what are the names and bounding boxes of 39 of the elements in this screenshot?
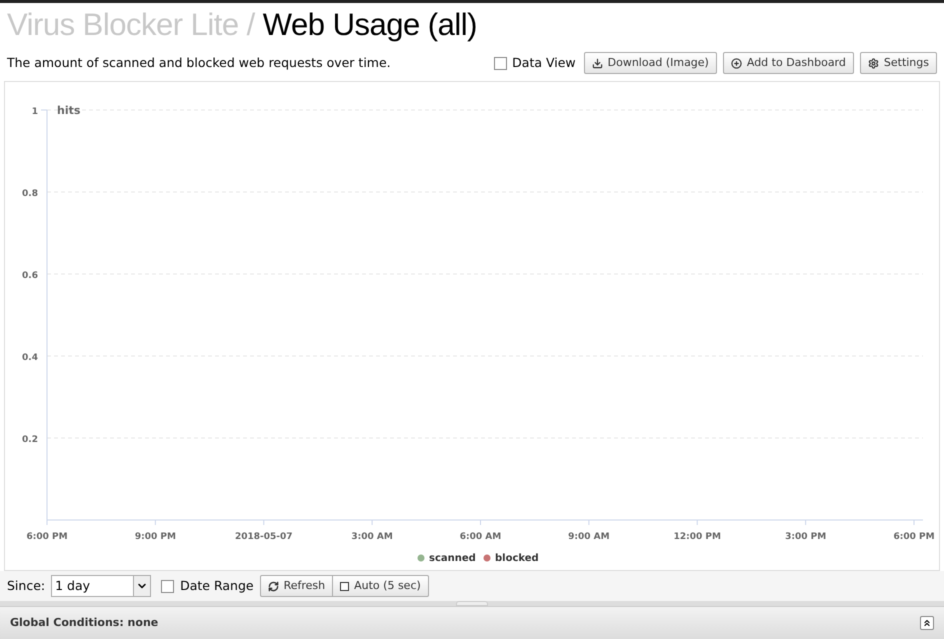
x-tick-label: 3:00 PM [785,532,826,542]
x-tick-label: 12:00 PM [674,532,721,542]
checkbox[interactable] [161,580,174,592]
x-tick-label: 6:00 AM [460,532,502,542]
since-label: Since: [7,576,46,595]
refresh-icon [268,580,279,592]
x-tick-label: 6:00 PM [26,532,68,542]
legend-label[interactable]: scanned [429,553,476,564]
y-tick-label: 0.8 [22,189,38,199]
x-tick-label: 2018-05-07 [234,532,293,542]
date-range-label: Date Range [180,576,254,595]
download-icon [592,58,603,68]
y-axis-title: hits [57,104,80,117]
title-separator: / [246,9,255,40]
checkbox[interactable] [494,56,508,70]
global-conditions: Global Conditions: none [10,614,158,631]
x-tick-label: 9:00 PM [134,532,176,542]
description: The amount of scanned and blocked web requests over time. [7,54,392,72]
chevrons-up-icon [922,618,932,628]
plus-circle-icon [730,58,742,68]
y-tick-label: 0.4 [22,353,38,363]
y-tick-label: 0.6 [22,271,38,281]
since-select[interactable]: 1 day [51,575,152,597]
y-tick-label: 1 [32,107,38,117]
x-tick-label: 3:00 AM [351,532,393,542]
data-view-label: Data View [512,54,576,72]
legend-label[interactable]: blocked [495,553,539,564]
refresh-button[interactable]: Refresh [260,575,334,597]
x-tick-label: 6:00 PM [893,532,935,542]
page-title: Web Usage (all) [262,9,477,40]
splitter-handle[interactable] [456,601,488,606]
collapse-button[interactable] [920,616,934,630]
toolbar-button[interactable]: Add to Dashboard [722,52,854,74]
settings-icon [868,58,879,68]
x-tick-label: 9:00 AM [568,532,610,542]
toolbar-button[interactable]: Settings [860,52,937,74]
toolbar-button[interactable]: Download (Image) [584,52,717,74]
y-tick-label: 0.2 [22,435,38,445]
auto-refresh-button[interactable]: Auto (5 sec) [333,575,429,597]
